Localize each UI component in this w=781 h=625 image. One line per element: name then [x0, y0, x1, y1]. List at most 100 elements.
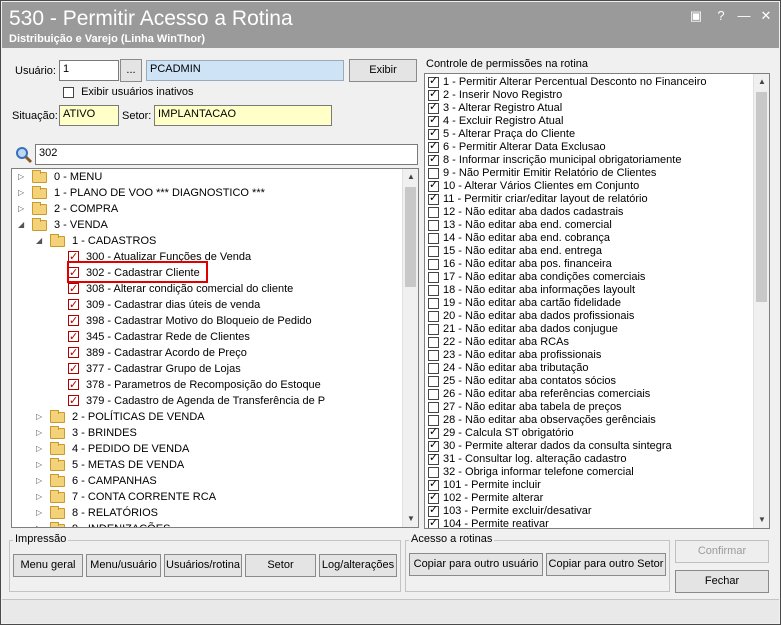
routine-checkbox[interactable] [68, 329, 79, 345]
show-inactive-checkbox[interactable]: Exibir usuários inativos [63, 86, 194, 98]
permission-checkbox[interactable] [428, 206, 439, 218]
permission-item[interactable]: 16 - Não editar aba pos. financeira [428, 258, 612, 271]
permission-item[interactable]: 2 - Inserir Novo Registro [428, 88, 562, 102]
routine-checkbox[interactable] [68, 361, 79, 377]
browse-user-button[interactable]: ... [120, 59, 142, 82]
expand-arrow-icon[interactable]: ▷ [36, 457, 45, 473]
tree-item[interactable]: 389 - Cadastrar Acordo de Preço [12, 345, 402, 361]
permission-item[interactable]: 102 - Permite alterar [428, 491, 543, 505]
usuario-code-input[interactable]: 1 [59, 60, 119, 81]
permission-item[interactable]: 30 - Permite alterar dados da consulta s… [428, 439, 672, 453]
permission-item[interactable]: 26 - Não editar aba referências comercia… [428, 388, 650, 401]
tree-item[interactable]: ▷ 2 - COMPRA [12, 201, 402, 217]
scroll-up-icon[interactable]: ▲ [403, 169, 418, 185]
permission-checkbox[interactable] [428, 362, 439, 374]
tree-item[interactable]: ▷ 7 - CONTA CORRENTE RCA [12, 489, 402, 505]
permission-checkbox[interactable] [428, 388, 439, 400]
permission-item[interactable]: 21 - Não editar aba dados conjugue [428, 323, 618, 336]
permission-checkbox[interactable] [428, 478, 439, 491]
tree-item[interactable]: 308 - Alterar condição comercial do clie… [12, 281, 402, 297]
permission-checkbox[interactable] [428, 310, 439, 322]
permission-checkbox[interactable] [428, 517, 439, 528]
expand-arrow-icon[interactable]: ▷ [18, 185, 27, 201]
permissions-list[interactable]: 1 - Permitir Alterar Percentual Desconto… [424, 73, 770, 529]
expand-arrow-icon[interactable]: ▷ [36, 425, 45, 441]
permission-item[interactable]: 11 - Permitir criar/editar layout de rel… [428, 192, 648, 206]
permission-item[interactable]: 8 - Informar inscrição municipal obrigat… [428, 153, 681, 167]
permission-item[interactable]: 6 - Permitir Alterar Data Exclusao [428, 140, 606, 154]
menu-usuario-button[interactable]: Menu/usuário [86, 554, 161, 577]
tree-item[interactable]: 378 - Parametros de Recomposição do Esto… [12, 377, 402, 393]
permission-item[interactable]: 10 - Alterar Vários Clientes em Conjunto [428, 179, 639, 193]
permission-checkbox[interactable] [428, 153, 439, 166]
confirmar-button[interactable]: Confirmar [675, 540, 769, 563]
expand-arrow-icon[interactable]: ▷ [36, 409, 45, 425]
permission-checkbox[interactable] [428, 297, 439, 309]
expand-arrow-icon[interactable]: ▷ [18, 169, 27, 185]
permission-item[interactable]: 103 - Permite excluir/desativar [428, 504, 592, 518]
routine-tree[interactable]: ▷ 0 - MENU ▷ 1 - PLANO DE VOO *** DIAGNOSTI… [11, 168, 419, 528]
permission-item[interactable]: 1 - Permitir Alterar Percentual Desconto… [428, 75, 707, 89]
permission-checkbox[interactable] [428, 284, 439, 296]
permission-checkbox[interactable] [428, 401, 439, 413]
permission-checkbox[interactable] [428, 167, 439, 179]
tree-item[interactable]: ◢ 1 - CADASTROS [12, 233, 402, 249]
scroll-thumb[interactable] [756, 92, 767, 302]
permission-item[interactable]: 104 - Permite reativar [428, 517, 549, 528]
tree-item[interactable]: ▷ 2 - POLÍTICAS DE VENDA [12, 409, 402, 425]
fechar-button[interactable]: Fechar [675, 570, 769, 593]
permission-checkbox[interactable] [428, 504, 439, 517]
expand-arrow-icon[interactable]: ▷ [36, 441, 45, 457]
permission-checkbox[interactable] [428, 452, 439, 465]
tree-item[interactable]: 377 - Cadastrar Grupo de Lojas [12, 361, 402, 377]
permission-checkbox[interactable] [428, 88, 439, 101]
permission-item[interactable]: 22 - Não editar aba RCAs [428, 336, 569, 349]
setor-button[interactable]: Setor [245, 554, 316, 577]
tree-item[interactable]: ▷ 9 - INDENIZAÇÕES [12, 521, 402, 527]
permission-item[interactable]: 17 - Não editar aba condições comerciais [428, 271, 645, 284]
tree-item[interactable]: 398 - Cadastrar Motivo do Bloqueio de Pe… [12, 313, 402, 329]
usuarios-rotina-button[interactable]: Usuários/rotina [164, 554, 242, 577]
tree-item[interactable]: ◢ 3 - VENDA [12, 217, 402, 233]
permission-checkbox[interactable] [428, 323, 439, 335]
permission-item[interactable]: 15 - Não editar aba end. entrega [428, 245, 602, 258]
search-input[interactable]: 302 [35, 144, 418, 165]
permission-item[interactable]: 32 - Obriga informar telefone comercial [428, 466, 634, 479]
tree-item[interactable]: ▷ 6 - CAMPANHAS [12, 473, 402, 489]
permission-checkbox[interactable] [428, 179, 439, 192]
permission-checkbox[interactable] [428, 349, 439, 361]
expand-arrow-icon[interactable]: ▷ [36, 505, 45, 521]
log-alteracoes-button[interactable]: Log/alterações [319, 554, 397, 577]
permission-item[interactable]: 12 - Não editar aba dados cadastrais [428, 206, 623, 219]
permission-checkbox[interactable] [428, 219, 439, 231]
permission-checkbox[interactable] [428, 271, 439, 283]
search-icon[interactable] [15, 146, 33, 164]
permission-item[interactable]: 25 - Não editar aba contatos sócios [428, 375, 616, 388]
expand-arrow-icon[interactable]: ▷ [36, 521, 45, 527]
permission-item[interactable]: 23 - Não editar aba profissionais [428, 349, 601, 362]
menu-geral-button[interactable]: Menu geral [13, 554, 83, 577]
permission-item[interactable]: 18 - Não editar aba informações layoult [428, 284, 635, 297]
permissions-scrollbar[interactable]: ▲ ▼ [753, 74, 769, 528]
help-icon[interactable]: ? [712, 8, 730, 24]
permission-item[interactable]: 29 - Calcula ST obrigatório [428, 426, 574, 440]
routine-checkbox[interactable] [68, 281, 79, 297]
exibir-button[interactable]: Exibir [349, 59, 417, 82]
tree-item[interactable]: ▷ 5 - METAS DE VENDA [12, 457, 402, 473]
permission-checkbox[interactable] [428, 127, 439, 140]
copy-to-setor-button[interactable]: Copiar para outro Setor [546, 553, 666, 576]
expand-arrow-icon[interactable]: ▷ [18, 201, 27, 217]
permission-item[interactable]: 20 - Não editar aba dados profissionais [428, 310, 634, 323]
permission-item[interactable]: 24 - Não editar aba tributação [428, 362, 589, 375]
routine-checkbox[interactable] [68, 297, 79, 313]
minimize-icon[interactable]: — [735, 8, 753, 24]
tree-item[interactable]: 309 - Cadastrar dias úteis de venda [12, 297, 402, 313]
permission-item[interactable]: 27 - Não editar aba tabela de preços [428, 401, 622, 414]
permission-item[interactable]: 14 - Não editar aba end. cobrança [428, 232, 610, 245]
tree-scrollbar[interactable]: ▲ ▼ [402, 169, 418, 527]
tree-item[interactable]: ▷ 4 - PEDIDO DE VENDA [12, 441, 402, 457]
permission-item[interactable]: 3 - Alterar Registro Atual [428, 101, 562, 115]
restore-icon[interactable]: ▣ [687, 8, 705, 24]
tree-item[interactable]: ▷ 1 - PLANO DE VOO *** DIAGNOSTICO *** [12, 185, 402, 201]
collapse-arrow-icon[interactable]: ◢ [36, 233, 45, 249]
